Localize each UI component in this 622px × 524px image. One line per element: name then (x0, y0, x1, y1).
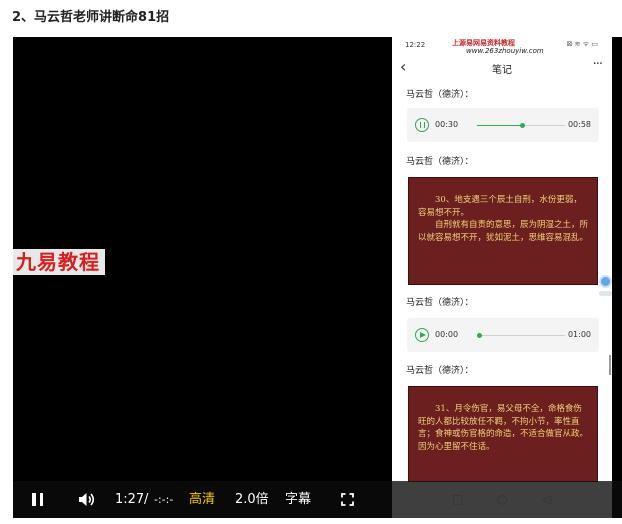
audio-progress-track (477, 332, 565, 338)
more-icon: ··· (592, 57, 603, 72)
floating-scroll-icon (599, 275, 612, 288)
pause-icon[interactable] (32, 493, 43, 506)
quality-button[interactable]: 高清 (189, 481, 215, 518)
audio-current-time: 00:30 (435, 120, 459, 129)
audio-message: 00:00 01:00 (407, 318, 599, 352)
scroll-pill (599, 291, 612, 296)
phone-nav-title: 笔记 (492, 65, 512, 76)
note-text: 30、地支遇三个辰土自刑，水份更弱，容易想不开。 (418, 195, 582, 218)
play-icon (415, 328, 429, 342)
author-label: 马云哲（德济）： (406, 157, 474, 167)
watermark-logo: 九易教程 (13, 249, 105, 275)
note-text: 31、月令伤官，易父母不全，命格食伤旺的人都比较放任不羁，不拘小节，率性直言；食… (418, 404, 589, 452)
fullscreen-icon[interactable] (341, 493, 354, 506)
subtitle-button[interactable]: 字幕 (285, 481, 311, 518)
phone-nav-bar: ‹ 笔记 ··· (392, 57, 612, 79)
pause-icon (415, 118, 429, 132)
current-time: 1:27 (115, 492, 145, 507)
video-frame-phone-screen: 12:22 上源易网易资料教程 www.263zhouyiw.com ⊠ ≋ ᯤ… (392, 37, 612, 518)
author-label: 马云哲（德济）： (406, 90, 474, 100)
note-text: 自刑就有自责的意思，辰为阴湿之土，所以就容易想不开，犹如泥土，思维容易混乱。 (418, 220, 589, 243)
author-label: 马云哲（德济）： (406, 366, 474, 376)
player-controls: 1:27 / -:-:- 高清 2.0倍 字幕 (13, 481, 622, 518)
phone-status-bar: 12:22 上源易网易资料教程 www.263zhouyiw.com ⊠ ≋ ᯤ… (392, 37, 612, 55)
phone-scroll-thumb (609, 355, 611, 375)
audio-message: 00:30 00:58 (407, 108, 599, 142)
audio-duration: 01:00 (567, 330, 591, 339)
volume-icon[interactable] (78, 492, 96, 507)
page-title: 2、马云哲老师讲断命81招 (12, 10, 170, 25)
note-card: 30、地支遇三个辰土自刑，水份更弱，容易想不开。 自刑就有自责的意思，辰为阴湿之… (408, 177, 598, 285)
audio-current-time: 00:00 (435, 330, 459, 339)
speed-button[interactable]: 2.0倍 (235, 481, 269, 518)
duration: -:-:- (154, 493, 174, 506)
status-icons: ⊠ ≋ ᯤ ▭ (566, 40, 598, 48)
author-label: 马云哲（德济）： (406, 298, 474, 308)
status-time: 12:22 (405, 41, 426, 49)
note-card: 31、月令伤官，易父母不全，命格食伤旺的人都比较放任不羁，不拘小节，率性直言；食… (408, 386, 598, 496)
time-separator: / (144, 492, 149, 507)
video-player[interactable]: 12:22 上源易网易资料教程 www.263zhouyiw.com ⊠ ≋ ᯤ… (13, 37, 622, 518)
site-url: www.263zhouyiw.com (466, 47, 544, 55)
audio-progress-track (477, 122, 565, 128)
audio-duration: 00:58 (567, 120, 591, 129)
